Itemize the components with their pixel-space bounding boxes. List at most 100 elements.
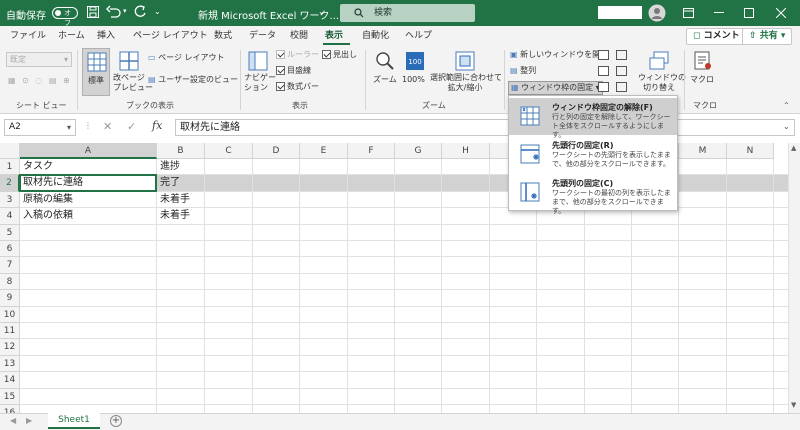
- row-header-8[interactable]: 8: [0, 273, 20, 291]
- navigation-button[interactable]: ナビゲー ション: [244, 48, 276, 96]
- undo-icon[interactable]: [106, 5, 122, 19]
- expand-formula-bar-icon[interactable]: ⌄: [783, 122, 790, 131]
- row-header-10[interactable]: 10: [0, 306, 20, 323]
- cell-a4[interactable]: 入稿の依頼: [20, 208, 157, 224]
- formula-input[interactable]: 取材先に連絡: [175, 119, 795, 136]
- sheet-view-icons[interactable]: ▦ ⊙ ◌ ▤ ⊕: [8, 76, 72, 86]
- collapse-ribbon-icon[interactable]: ⌃: [783, 101, 790, 110]
- sheet-tab-sheet1[interactable]: Sheet1: [48, 413, 100, 429]
- column-header-e[interactable]: E: [300, 143, 348, 159]
- confirm-entry-icon[interactable]: ✓: [127, 120, 136, 133]
- autosave-toggle[interactable]: オフ: [52, 7, 78, 27]
- select-all-corner[interactable]: [0, 143, 20, 159]
- tab-automate[interactable]: 自動化: [362, 26, 389, 46]
- row-header-2[interactable]: 2: [0, 175, 20, 192]
- maximize-icon[interactable]: [744, 8, 754, 18]
- save-icon[interactable]: [86, 5, 100, 19]
- cell-a3[interactable]: 原稿の編集: [20, 192, 157, 208]
- side-by-side-icon[interactable]: [598, 50, 609, 60]
- ribbon-display-icon[interactable]: [683, 8, 694, 18]
- freeze-panes-button[interactable]: ▦ ウィンドウ枠の固定 ▾: [508, 81, 603, 95]
- tab-help[interactable]: ヘルプ: [405, 26, 432, 46]
- ruler-checkbox[interactable]: ルーラー: [276, 50, 319, 60]
- column-header-m[interactable]: M: [679, 143, 727, 159]
- tab-page-layout[interactable]: ページ レイアウト: [133, 26, 208, 46]
- switch-windows-button[interactable]: ウィンドウの 切り替え: [638, 48, 686, 96]
- title-chevron-icon[interactable]: ⌄: [318, 7, 325, 16]
- row-header-3[interactable]: 3: [0, 191, 20, 209]
- column-header-c[interactable]: C: [205, 143, 253, 159]
- column-header-f[interactable]: F: [348, 143, 395, 159]
- zoom-button[interactable]: ズーム: [370, 48, 400, 96]
- gridlines-checkbox[interactable]: 目盛線: [276, 66, 311, 76]
- vertical-scrollbar[interactable]: ▲ ▼: [788, 143, 800, 413]
- headings-checkbox[interactable]: 見出し: [322, 50, 357, 60]
- tab-file[interactable]: ファイル: [10, 26, 46, 46]
- tab-insert[interactable]: 挿入: [97, 26, 115, 46]
- undo-dropdown-icon[interactable]: ▾: [123, 7, 127, 15]
- row-header-5[interactable]: 5: [0, 224, 20, 241]
- cancel-entry-icon[interactable]: ✕: [103, 120, 112, 133]
- column-header-g[interactable]: G: [395, 143, 442, 159]
- column-header-b[interactable]: B: [157, 143, 205, 159]
- search-box[interactable]: 検索: [340, 4, 475, 22]
- prev-sheet-icon[interactable]: ◀: [10, 416, 16, 425]
- sync-scroll-icon[interactable]: [598, 66, 609, 76]
- next-sheet-icon[interactable]: ▶: [26, 416, 32, 425]
- macros-button[interactable]: マクロ: [688, 48, 718, 96]
- tab-formulas[interactable]: 数式: [214, 26, 232, 46]
- menu-unfreeze-panes[interactable]: ウィンドウ枠固定の解除(F) 行と列の固定を解除して、ワークシート全体をスクロー…: [509, 98, 677, 139]
- column-header-n[interactable]: N: [727, 143, 774, 159]
- column-header-a[interactable]: A: [20, 143, 157, 159]
- close-icon[interactable]: [776, 8, 786, 18]
- page-break-preview-button[interactable]: 改ページ プレビュー: [113, 48, 153, 96]
- tab-home[interactable]: ホーム: [58, 26, 85, 46]
- unhide-icon[interactable]: [616, 82, 627, 92]
- redo-icon[interactable]: [133, 5, 147, 19]
- cell-b2[interactable]: 完了: [157, 175, 205, 191]
- row-header-9[interactable]: 9: [0, 290, 20, 307]
- row-header-16[interactable]: 16: [0, 405, 20, 413]
- row-header-11[interactable]: 11: [0, 323, 20, 340]
- cell-a2[interactable]: 取材先に連絡: [20, 175, 157, 191]
- zoom-to-selection-button[interactable]: 選択範囲に合わせて 拡大/縮小: [430, 48, 502, 96]
- column-header-h[interactable]: H: [442, 143, 490, 159]
- zoom-100-button[interactable]: 100 100%: [401, 48, 429, 96]
- add-sheet-icon[interactable]: +: [110, 415, 122, 427]
- menu-freeze-first-column[interactable]: 先頭列の固定(C) ワークシートの最初の列を表示したままで、他の部分をスクロール…: [509, 174, 677, 215]
- arrange-button[interactable]: ▤ 整列: [510, 66, 536, 76]
- row-header-15[interactable]: 15: [0, 388, 20, 405]
- customize-qat-icon[interactable]: ⌄: [154, 7, 161, 16]
- menu-freeze-top-row[interactable]: 先頭行の固定(R) ワークシートの先頭行を表示したままで、他の部分をスクロールで…: [509, 136, 677, 173]
- comment-button[interactable]: ◻ コメント: [686, 28, 747, 45]
- row-header-6[interactable]: 6: [0, 241, 20, 258]
- new-window-button[interactable]: ▣ 新しいウィンドウを開く: [510, 50, 608, 60]
- formula-bar-checkbox[interactable]: 数式バー: [276, 82, 319, 92]
- tab-review[interactable]: 校閲: [290, 26, 308, 46]
- row-header-7[interactable]: 7: [0, 257, 20, 274]
- tab-data[interactable]: データ: [249, 26, 276, 46]
- cell-b3[interactable]: 未着手: [157, 192, 205, 208]
- reset-position-icon[interactable]: [598, 82, 609, 92]
- share-button[interactable]: ⇧ 共有 ▾: [742, 28, 793, 45]
- column-header-d[interactable]: D: [253, 143, 300, 159]
- page-layout-view-button[interactable]: ▭ ページ レイアウト: [148, 52, 225, 63]
- row-header-4[interactable]: 4: [0, 208, 20, 225]
- minimize-icon[interactable]: [714, 12, 724, 14]
- sheet-view-dropdown[interactable]: 既定 ▾: [6, 52, 72, 67]
- custom-views-button[interactable]: ▤ ユーザー設定のビュー: [148, 74, 238, 85]
- cell-b1[interactable]: 進捗: [157, 159, 205, 175]
- cell-b4[interactable]: 未着手: [157, 208, 205, 224]
- account-name[interactable]: [598, 6, 642, 19]
- hide-icon[interactable]: [616, 66, 627, 76]
- cell-a1[interactable]: タスク: [20, 159, 157, 175]
- normal-view-button[interactable]: 標準: [82, 48, 110, 96]
- row-header-14[interactable]: 14: [0, 372, 20, 389]
- row-header-13[interactable]: 13: [0, 355, 20, 373]
- name-box[interactable]: A2 ▾: [4, 119, 76, 136]
- insert-function-icon[interactable]: fx: [152, 119, 162, 132]
- row-header-12[interactable]: 12: [0, 339, 20, 356]
- avatar-icon[interactable]: [648, 4, 666, 22]
- row-header-1[interactable]: 1: [0, 159, 20, 176]
- split-icon[interactable]: [616, 50, 627, 60]
